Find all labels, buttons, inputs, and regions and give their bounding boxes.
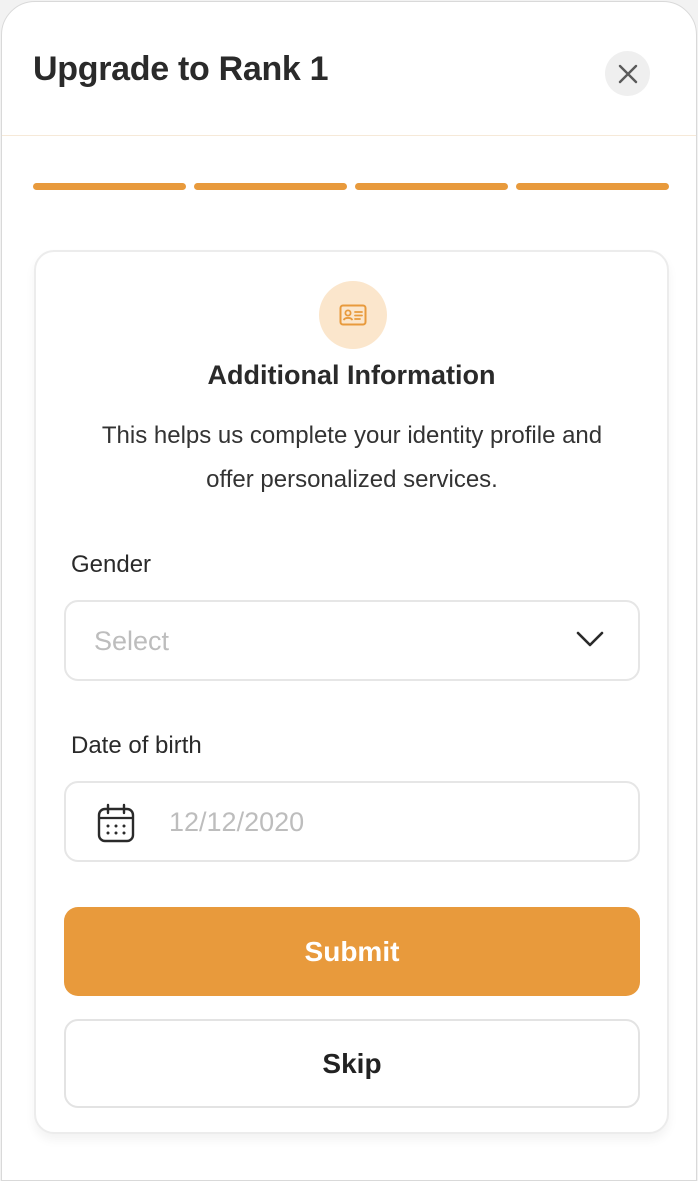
calendar-icon bbox=[97, 803, 135, 843]
gender-select[interactable]: Select bbox=[64, 600, 640, 681]
step-progress bbox=[33, 183, 669, 190]
progress-step-4 bbox=[516, 183, 669, 190]
progress-step-1 bbox=[33, 183, 186, 190]
dob-input[interactable]: 12/12/2020 bbox=[64, 781, 640, 862]
modal-title: Upgrade to Rank 1 bbox=[33, 50, 329, 88]
gender-placeholder: Select bbox=[94, 626, 170, 656]
skip-button[interactable]: Skip bbox=[64, 1019, 640, 1108]
progress-step-2 bbox=[194, 183, 347, 190]
card-title: Additional Information bbox=[207, 360, 496, 390]
card-description: This helps us complete your identity pro… bbox=[101, 422, 603, 493]
upgrade-modal: Upgrade to Rank 1 Additional Information… bbox=[1, 1, 697, 1181]
modal-header: Upgrade to Rank 1 bbox=[2, 2, 696, 136]
chevron-down-icon bbox=[576, 631, 604, 647]
id-card-icon bbox=[339, 304, 367, 326]
id-card-badge bbox=[319, 281, 387, 349]
close-button[interactable] bbox=[605, 51, 650, 96]
dob-placeholder: 12/12/2020 bbox=[169, 807, 305, 837]
progress-step-3 bbox=[355, 183, 508, 190]
dob-label: Date of birth bbox=[71, 732, 202, 759]
submit-button[interactable]: Submit bbox=[64, 907, 640, 996]
gender-label: Gender bbox=[71, 551, 152, 578]
additional-info-card: Additional Information This helps us com… bbox=[34, 250, 669, 1134]
close-icon bbox=[618, 64, 637, 83]
